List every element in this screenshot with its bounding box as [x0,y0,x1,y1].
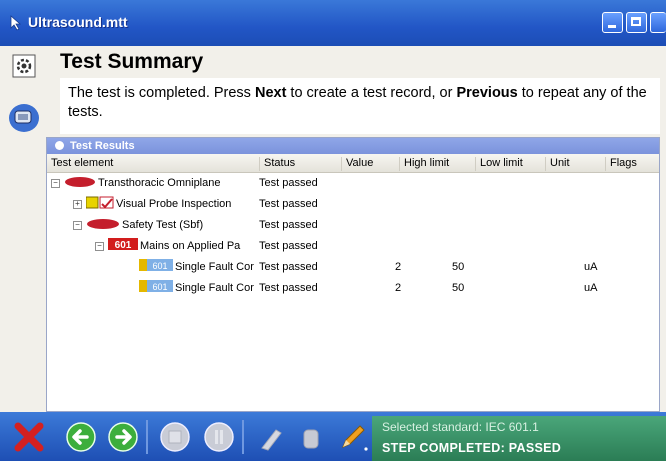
row-name: Mains on Applied Pa [140,240,241,252]
title-bar: Ultrasound.mtt [0,0,666,46]
column-header-high-limit[interactable]: High limit [399,157,455,171]
tree-row[interactable]: − 601 Mains on Applied Pa Test passed [47,236,659,257]
column-header-value[interactable]: Value [341,157,393,171]
row-name: Visual Probe Inspection [116,198,232,210]
settings-gear-icon[interactable] [12,54,36,78]
next-keyword: Next [254,85,287,101]
toolbar-divider [146,420,148,454]
collapse-toggle-icon[interactable]: − [51,179,60,188]
ultrasound-probe-icon[interactable] [7,101,41,135]
collapse-toggle-icon[interactable]: − [95,242,104,251]
minimize-button[interactable] [602,12,623,33]
probe-tool-icon-disabled[interactable] [256,422,286,452]
status-panel: Selected standard: IEC 601.1 STEP COMPLE… [372,416,666,461]
panel-header[interactable]: Test Results [47,138,659,154]
svg-text:601: 601 [152,261,167,271]
test-results-panel: Test Results Test element Status Value H… [46,137,660,412]
iec-601-red-badge-icon: 601 [108,238,138,251]
collapse-icon[interactable] [55,141,64,150]
tree-row[interactable]: − Safety Test (Sbf) Test passed [47,215,659,236]
row-status: Test passed [259,219,318,231]
row-high-limit: 50 [452,282,465,294]
tree-row[interactable]: − Transthoracic Omniplane Test passed [47,173,659,194]
row-status: Test passed [259,261,318,273]
row-status: Test passed [259,198,318,210]
selected-standard-text: Selected standard: IEC 601.1 [382,420,539,434]
tree-row[interactable]: + Visual Probe Inspection Test passed [47,194,659,215]
next-button[interactable] [108,422,138,452]
row-name: Safety Test (Sbf) [122,219,204,231]
probe-device-icon [65,177,95,187]
left-icon-strip [0,46,46,410]
visual-inspection-icon [86,196,114,209]
pause-button-disabled[interactable] [204,422,234,452]
arrow-cursor-icon [10,15,22,31]
instruction-text: The test is completed. Press Next to cre… [60,78,660,134]
pencil-edit-icon[interactable] [338,422,368,452]
row-high-limit: 50 [452,261,465,273]
column-header-test-element[interactable]: Test element [47,157,259,171]
maximize-button[interactable] [626,12,647,33]
row-name: Single Fault Cor [175,261,254,273]
previous-keyword: Previous [456,85,518,101]
column-headers: Test element Status Value High limit Low… [47,154,659,173]
column-header-low-limit[interactable]: Low limit [475,157,537,171]
collapse-toggle-icon[interactable]: − [73,221,82,230]
row-value: 2 [395,282,402,294]
page-title: Test Summary [60,50,204,73]
row-status: Test passed [259,177,318,189]
expand-toggle-icon[interactable]: + [73,200,82,209]
toolbar-divider [242,420,244,454]
panel-title: Test Results [70,140,135,152]
svg-text:601: 601 [115,240,132,251]
svg-text:601: 601 [152,282,167,292]
column-header-status[interactable]: Status [259,157,341,171]
column-header-flags[interactable]: Flags [605,157,659,171]
row-name: Transthoracic Omniplane [98,177,221,189]
previous-button[interactable] [66,422,96,452]
iec-601-blue-badge-icon: 601 [139,280,173,292]
row-status: Test passed [259,282,318,294]
stop-button-disabled[interactable] [160,422,190,452]
row-value: 2 [395,261,402,273]
step-status-text: STEP COMPLETED: PASSED [382,441,562,455]
row-status: Test passed [259,240,318,252]
cancel-x-icon[interactable] [14,422,44,452]
row-unit: uA [584,261,598,273]
window-title: Ultrasound.mtt [28,14,128,30]
close-window-button[interactable] [650,12,666,33]
iec-601-blue-badge-icon: 601 [139,259,173,271]
safety-test-icon [87,219,119,229]
row-unit: uA [584,282,598,294]
hand-tool-icon-disabled[interactable] [296,422,326,452]
tree-row[interactable]: 601 Single Fault Cor Test passed 2 50 uA [47,257,659,278]
column-header-unit[interactable]: Unit [545,157,597,171]
tree-row[interactable]: 601 Single Fault Cor Test passed 2 50 uA [47,278,659,299]
row-name: Single Fault Cor [175,282,254,294]
